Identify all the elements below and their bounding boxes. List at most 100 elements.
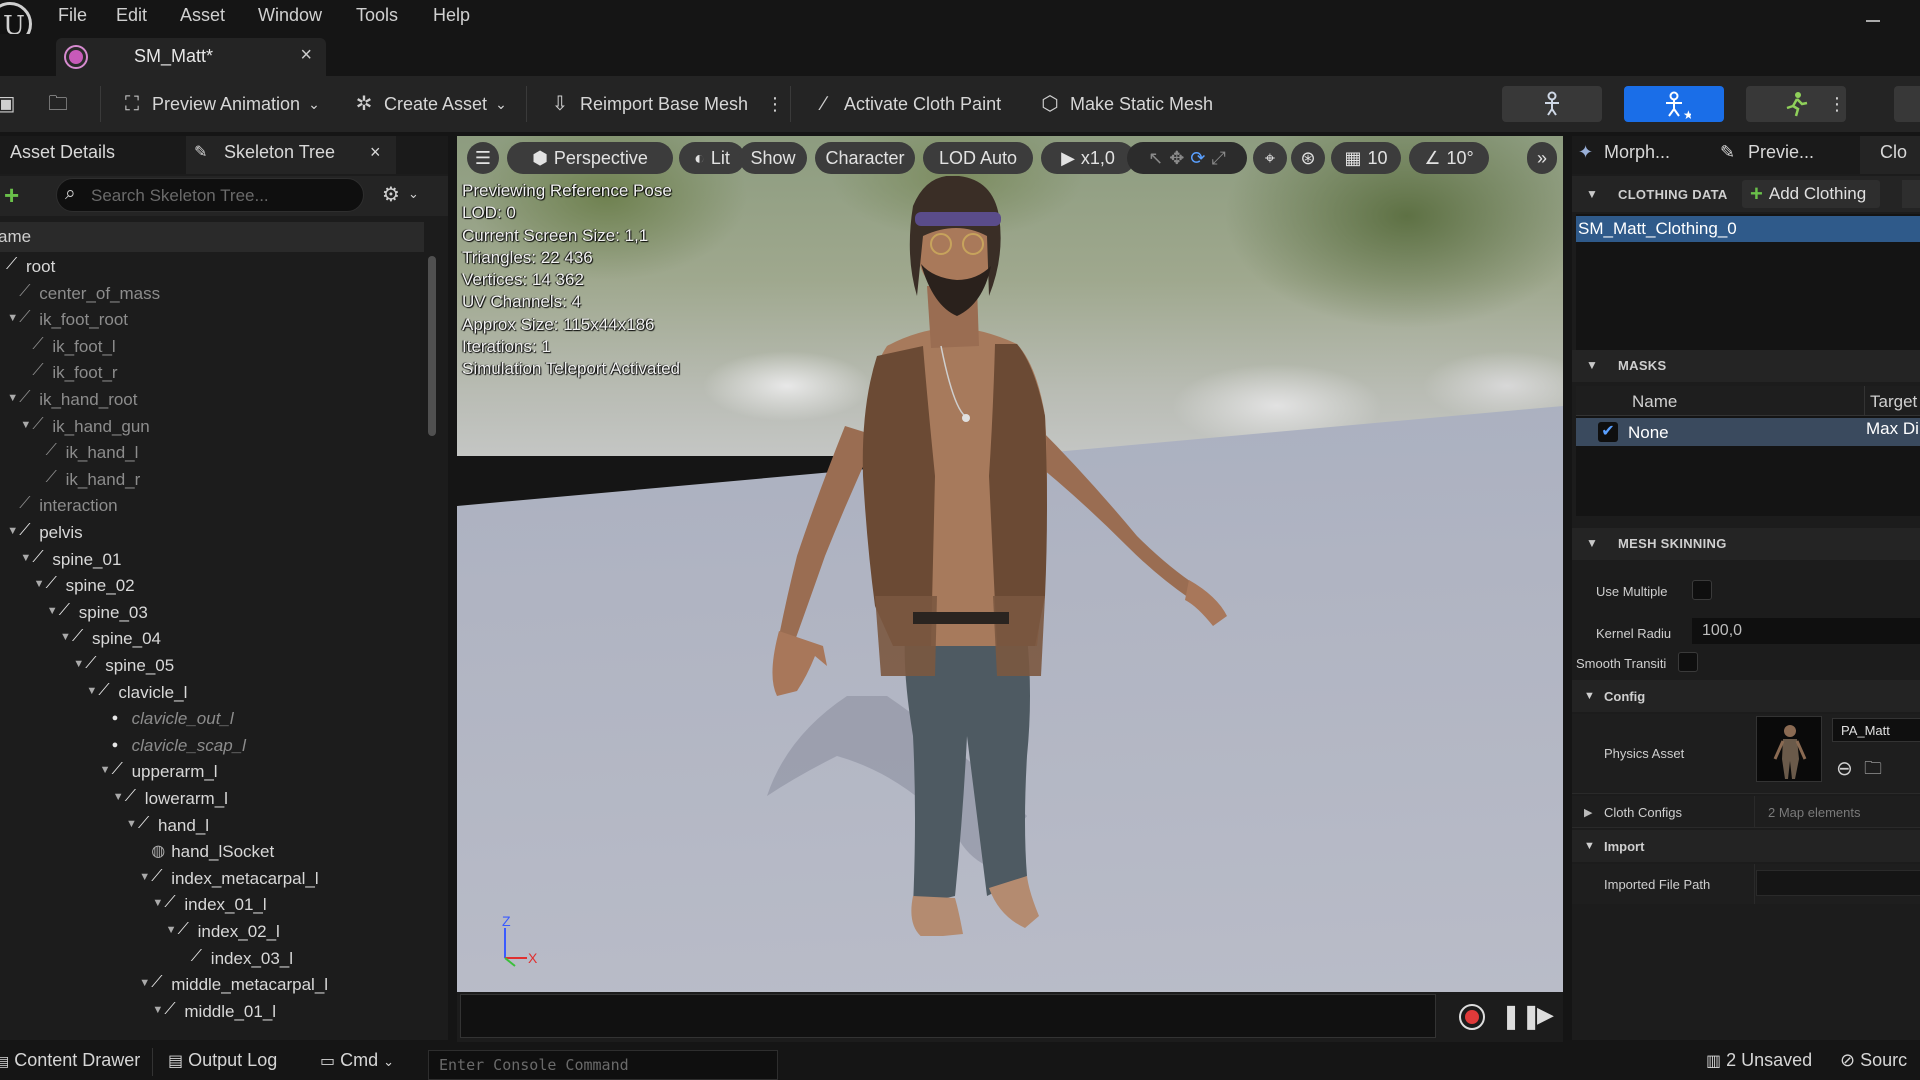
make-static-mesh-button[interactable]: ⬡ Make Static Mesh [1038,88,1213,120]
imported-file-path-field[interactable] [1756,870,1920,896]
expand-arrow-icon[interactable]: ▼ [20,419,31,431]
physics-asset-thumbnail[interactable] [1756,716,1822,782]
browse-asset-icon[interactable]: 🗀 [1864,756,1882,786]
skeleton-search-input[interactable]: ⌕ Search Skeleton Tree... [56,178,364,212]
lit-button[interactable]: ◐ Lit [679,142,745,174]
angle-snap-button[interactable]: ∠ 10° [1409,142,1489,174]
rotate-icon[interactable]: ⟳ [1190,148,1205,169]
add-icon[interactable]: + [4,180,19,211]
tree-row[interactable]: ▼ ⟋ pelvis [0,520,424,546]
mask-enabled-checkbox[interactable]: ✔ [1598,422,1618,442]
clothing-data-header[interactable]: ▼ CLOTHING DATA + Add Clothing [1572,176,1920,212]
tree-row[interactable]: ▼ ⟋ index_metacarpal_l [0,866,424,892]
close-icon[interactable]: × [370,142,381,163]
expand-arrow-icon[interactable]: ▼ [152,897,163,909]
config-header[interactable]: ▼ Config [1572,680,1920,712]
tab-close-icon[interactable]: × [300,44,312,67]
expand-arrow-icon[interactable]: ▼ [7,525,18,537]
record-button[interactable] [1459,1004,1485,1030]
menu-tools[interactable]: Tools [356,5,398,26]
tree-row[interactable]: ▼ ⟋ spine_03 [0,600,424,626]
document-tab[interactable]: SM_Matt* × [56,38,326,76]
browse-button[interactable]: 🗀 [46,88,70,120]
tree-row[interactable]: ▼ ⟋ ik_hand_root [0,387,424,413]
tree-row[interactable]: ● clavicle_scap_l [0,733,424,759]
mask-column-target[interactable]: Target [1870,392,1917,412]
menu-edit[interactable]: Edit [116,5,147,26]
tree-row[interactable]: ⟋ root [0,254,424,280]
move-icon[interactable]: ✥ [1169,148,1184,169]
chevron-down-icon[interactable]: ⌄ [408,186,419,202]
pause-icon[interactable]: ❚❚ [1501,1002,1541,1031]
tree-scrollbar[interactable] [428,256,436,436]
cmd-dropdown[interactable]: ▭ Cmd ⌄ [320,1050,394,1071]
tree-row[interactable]: ⟋ center_of_mass [0,281,424,307]
cloth-configs-row[interactable]: ▶ Cloth Configs 2 Map elements [1572,796,1920,828]
output-log-button[interactable]: ▤ Output Log [168,1050,277,1071]
kernel-radius-field[interactable]: 100,0 [1692,618,1920,644]
tree-row[interactable]: ◍ hand_lSocket [0,839,424,865]
skeleton-mode-button[interactable] [1502,86,1602,122]
tree-row[interactable]: ▼ ⟋ clavicle_l [0,680,424,706]
expand-arrow-icon[interactable]: ▼ [139,871,150,883]
smooth-transition-checkbox[interactable] [1678,652,1698,672]
tree-row[interactable]: ▼ ⟋ upperarm_l [0,759,424,785]
physics-asset-picker[interactable]: PA_Matt [1832,718,1920,742]
mesh-mode-button[interactable]: ★ [1624,86,1724,122]
tab-preview-settings[interactable]: Previe... [1748,142,1814,163]
perspective-button[interactable]: ⬢ Perspective [507,142,673,174]
tree-row[interactable]: ▼ ⟋ lowerarm_l [0,786,424,812]
expand-arrow-icon[interactable]: ▼ [126,818,137,830]
show-button[interactable]: Show [739,142,807,174]
tree-row[interactable]: ▼ ⟋ middle_01_l [0,999,424,1025]
expand-arrow-icon[interactable]: ▼ [152,1004,163,1016]
tree-row[interactable]: ▼ ⟋ spine_04 [0,626,424,652]
unsaved-button[interactable]: ▥ 2 Unsaved [1706,1050,1812,1071]
tree-row[interactable]: ● clavicle_out_l [0,706,424,732]
tree-column-header[interactable]: ame [0,222,424,252]
expand-arrow-icon[interactable]: ▼ [60,631,71,643]
character-button[interactable]: Character [815,142,915,174]
tab-morph-targets[interactable]: Morph... [1604,142,1670,163]
mode-options-button[interactable]: ⋮ [1828,88,1846,120]
expand-arrow-icon[interactable]: ▼ [7,312,18,324]
console-command-input[interactable]: Enter Console Command [428,1050,778,1080]
use-selected-icon[interactable]: ⊖ [1836,756,1853,781]
expand-arrow-icon[interactable]: ▼ [47,605,58,617]
tree-row[interactable]: ▼ ⟋ spine_02 [0,573,424,599]
tree-row[interactable]: ⟋ ik_hand_r [0,467,424,493]
expand-arrow-icon[interactable]: ▼ [166,924,177,936]
tab-asset-details[interactable]: Asset Details [10,142,115,163]
preview-viewport[interactable]: ☰ ⬢ Perspective ◐ Lit Show Character LOD… [457,136,1563,992]
surface-snap-button[interactable]: ⌖ [1253,142,1287,174]
grid-snap-button[interactable]: ▦ 10 [1331,142,1401,174]
expand-arrow-icon[interactable]: ▼ [34,578,45,590]
expand-arrow-icon[interactable]: ▼ [100,764,111,776]
tree-row[interactable]: ▼ ⟋ spine_05 [0,653,424,679]
source-control-button[interactable]: ⊘ Sourc [1840,1050,1907,1071]
tree-row[interactable]: ▼ ⟋ ik_hand_gun [0,414,424,440]
import-header[interactable]: ▼ Import [1572,830,1920,862]
save-button[interactable]: ▣ [0,88,18,120]
expand-arrow-icon[interactable]: ▼ [139,977,150,989]
menu-window[interactable]: Window [258,5,322,26]
tree-row[interactable]: ⟋ ik_foot_l [0,334,424,360]
settings-gear-icon[interactable]: ⚙ [382,182,400,207]
expand-toolbar-button[interactable]: » [1527,142,1557,174]
playback-speed-button[interactable]: ▶ x1,0 [1041,142,1135,174]
tree-row[interactable]: ▼ ⟋ hand_l [0,813,424,839]
tree-row[interactable]: ▼ ⟋ index_02_l [0,919,424,945]
preview-animation-button[interactable]: ⛶ Preview Animation ⌄ [120,88,320,120]
menu-file[interactable]: File [58,5,87,26]
tree-row[interactable]: ⟋ ik_hand_l [0,440,424,466]
lod-button[interactable]: LOD Auto [923,142,1033,174]
tree-row[interactable]: ⟋ ik_foot_r [0,360,424,386]
masks-header[interactable]: ▼ MASKS [1572,350,1920,382]
expand-arrow-icon[interactable]: ▼ [7,392,18,404]
viewport-menu-button[interactable]: ☰ [467,142,499,174]
add-clothing-button[interactable]: + Add Clothing [1742,180,1880,208]
tab-skeleton-tree[interactable]: ✎ Skeleton Tree × [186,136,396,174]
content-drawer-button[interactable]: ▤ Content Drawer [0,1050,140,1071]
reimport-options-button[interactable]: ⋮ [766,88,784,120]
use-multiple-checkbox[interactable] [1692,580,1712,600]
